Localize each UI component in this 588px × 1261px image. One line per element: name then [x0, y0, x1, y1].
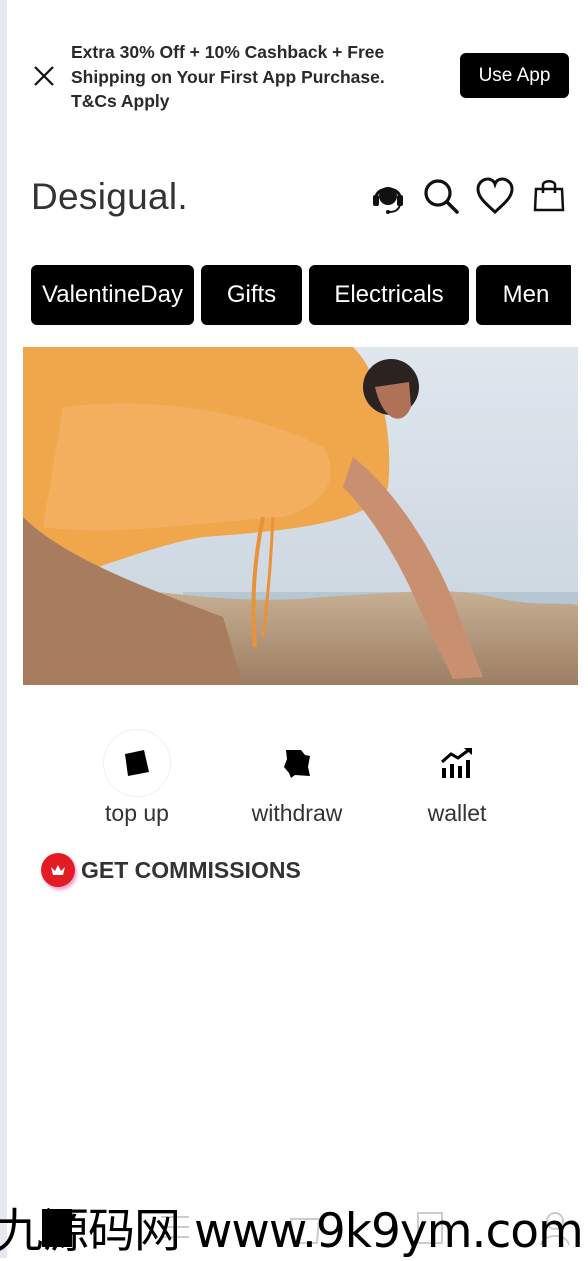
get-commissions-link[interactable]: GET COMMISSIONS — [41, 852, 301, 888]
category-gifts[interactable]: Gifts — [201, 265, 302, 325]
hero-image[interactable] — [23, 347, 578, 685]
withdraw-button[interactable]: withdraw — [227, 730, 367, 830]
category-bar: ValentineDay Gifts Electricals Men — [31, 265, 571, 325]
headset-icon[interactable] — [368, 176, 408, 216]
withdraw-icon — [264, 730, 330, 796]
category-men[interactable]: Men — [476, 265, 571, 325]
category-valentineday[interactable]: ValentineDay — [31, 265, 194, 325]
promo-line-3: T&Cs Apply — [71, 91, 170, 111]
get-commissions-label: GET COMMISSIONS — [81, 856, 301, 883]
withdraw-label: withdraw — [251, 800, 343, 826]
top-up-label: top up — [105, 800, 169, 826]
category-electricals[interactable]: Electricals — [309, 265, 469, 325]
search-icon[interactable] — [421, 176, 461, 216]
top-up-button[interactable]: top up — [67, 730, 207, 830]
wallet-label: wallet — [427, 800, 487, 826]
crown-icon — [41, 853, 75, 887]
left-edge-strip — [0, 0, 7, 1258]
promo-text: Extra 30% Off + 10% Cashback + Free Ship… — [71, 40, 431, 114]
heart-icon[interactable] — [475, 176, 515, 216]
wallet-button[interactable]: wallet — [387, 730, 527, 830]
brand-logo[interactable]: Desigual. — [31, 176, 188, 218]
use-app-button[interactable]: Use App — [460, 53, 569, 98]
wallet-card-icon — [104, 730, 170, 796]
close-icon[interactable] — [30, 62, 58, 90]
bag-icon[interactable] — [529, 176, 569, 216]
promo-line-2: Shipping on Your First App Purchase. — [71, 66, 385, 87]
chart-up-icon — [424, 730, 490, 796]
promo-banner: Extra 30% Off + 10% Cashback + Free Ship… — [0, 0, 588, 140]
promo-line-1: Extra 30% Off + 10% Cashback + Free — [71, 42, 385, 62]
watermark-text: 九源码网 www.9k9ym.com — [0, 1204, 584, 1259]
